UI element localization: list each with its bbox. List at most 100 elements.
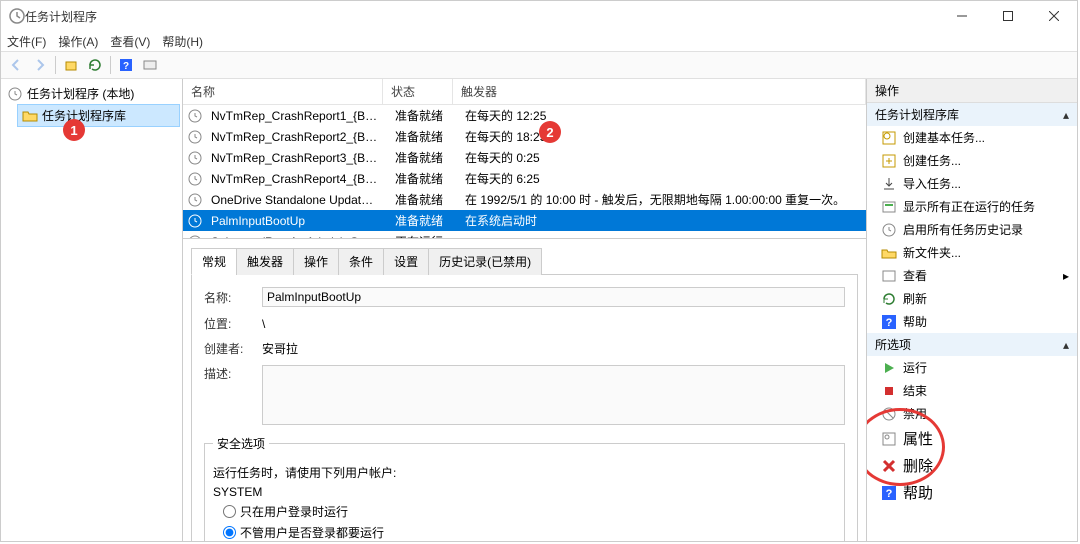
folder-icon	[22, 108, 38, 124]
actions-group-selected[interactable]: 所选项 ▴	[867, 333, 1077, 356]
table-row[interactable]: OneDrive Standalone Update Task-S-1-5-21…	[183, 189, 866, 210]
table-row[interactable]: NvTmRep_CrashReport2_{B2FE1952-0186-46C.…	[183, 126, 866, 147]
table-row[interactable]: Snipaste (Run As Admin) @DA39正在运行	[183, 231, 866, 239]
col-name[interactable]: 名称	[183, 79, 383, 104]
action-delete[interactable]: 删除	[867, 452, 1077, 479]
forward-button	[29, 54, 51, 76]
tab-general[interactable]: 常规	[191, 248, 237, 275]
back-button	[5, 54, 27, 76]
play-icon	[881, 360, 897, 376]
table-row[interactable]: NvTmRep_CrashReport1_{B2FE1952-0186-46C.…	[183, 105, 866, 126]
table-row[interactable]: NvTmRep_CrashReport3_{B2FE1952-0186-46C.…	[183, 147, 866, 168]
help-icon: ?	[881, 485, 897, 501]
refresh-icon	[881, 291, 897, 307]
maximize-button[interactable]	[985, 1, 1031, 31]
tab-conditions[interactable]: 条件	[338, 248, 384, 275]
toolbar: ?	[1, 51, 1077, 79]
app-window: 任务计划程序 文件(F) 操作(A) 查看(V) 帮助(H) ? 任务计划程序 …	[0, 0, 1078, 542]
run-button[interactable]	[139, 54, 161, 76]
tab-general-content: 名称: 位置:\ 创建者:安哥拉 描述: 安全选项 运行任务时，请使用下列用户帐…	[191, 275, 858, 541]
action-label: 新文件夹...	[903, 244, 961, 261]
action-label: 导入任务...	[903, 175, 961, 192]
radio-anyuser[interactable]	[223, 526, 236, 539]
annotation-badge-1: 1	[63, 119, 85, 141]
action-view[interactable]: 查看▸	[867, 264, 1077, 287]
action-folder[interactable]: 新文件夹...	[867, 241, 1077, 264]
refresh-button[interactable]	[84, 54, 106, 76]
table-row[interactable]: PalmInputBootUp准备就绪在系统启动时	[183, 210, 866, 231]
clock-icon	[187, 213, 203, 229]
clock-icon	[187, 150, 203, 166]
task-list[interactable]: 名称 状态 触发器 NvTmRep_CrashReport1_{B2FE1952…	[183, 79, 866, 239]
action-label: 显示所有正在运行的任务	[903, 198, 1035, 215]
actions-pane: 操作 任务计划程序库 ▴ 创建基本任务...创建任务...导入任务...显示所有…	[867, 79, 1077, 541]
actions-group-lib[interactable]: 任务计划程序库 ▴	[867, 103, 1077, 126]
security-legend: 安全选项	[213, 435, 269, 452]
action-help[interactable]: ?帮助	[867, 310, 1077, 333]
cell-state: 准备就绪	[387, 190, 457, 209]
view-icon	[881, 268, 897, 284]
minimize-button[interactable]	[939, 1, 985, 31]
tab-history[interactable]: 历史记录(已禁用)	[428, 248, 542, 275]
col-trigger[interactable]: 触发器	[453, 79, 866, 104]
cell-trigger: 在系统启动时	[457, 211, 866, 230]
action-task-new2[interactable]: 创建任务...	[867, 149, 1077, 172]
desc-label: 描述:	[204, 365, 254, 382]
action-stop[interactable]: 结束	[867, 379, 1077, 402]
clock-icon	[7, 86, 23, 102]
action-label: 启用所有任务历史记录	[903, 221, 1023, 238]
action-label: 创建基本任务...	[903, 129, 985, 146]
table-row[interactable]: NvTmRep_CrashReport4_{B2FE1952-0186-46C.…	[183, 168, 866, 189]
action-disable[interactable]: 禁用	[867, 402, 1077, 425]
author-label: 创建者:	[204, 340, 254, 357]
action-refresh[interactable]: 刷新	[867, 287, 1077, 310]
chevron-right-icon: ▸	[1063, 269, 1069, 283]
close-button[interactable]	[1031, 1, 1077, 31]
clock-icon	[187, 171, 203, 187]
action-play[interactable]: 运行	[867, 356, 1077, 379]
tree-library-label: 任务计划程序库	[42, 107, 126, 124]
cell-name: OneDrive Standalone Update Task-S-1-5-21…	[203, 192, 387, 208]
security-options: 安全选项 运行任务时，请使用下列用户帐户: SYSTEM 只在用户登录时运行 不…	[204, 435, 845, 541]
action-help[interactable]: ?帮助	[867, 479, 1077, 506]
action-props[interactable]: 属性	[867, 425, 1077, 452]
props-icon	[881, 431, 897, 447]
action-import[interactable]: 导入任务...	[867, 172, 1077, 195]
help-button[interactable]: ?	[115, 54, 137, 76]
menubar: 文件(F) 操作(A) 查看(V) 帮助(H)	[1, 31, 1077, 51]
cell-state: 正在运行	[387, 232, 457, 239]
window-title: 任务计划程序	[25, 8, 939, 25]
menu-help[interactable]: 帮助(H)	[162, 33, 203, 50]
action-label: 帮助	[903, 313, 927, 330]
history-icon	[881, 222, 897, 238]
tab-triggers[interactable]: 触发器	[236, 248, 294, 275]
menu-action[interactable]: 操作(A)	[58, 33, 98, 50]
tab-settings[interactable]: 设置	[383, 248, 429, 275]
name-field[interactable]	[262, 287, 845, 307]
task-new-icon	[881, 130, 897, 146]
user-hint: 运行任务时，请使用下列用户帐户:	[213, 464, 836, 481]
task-new2-icon	[881, 153, 897, 169]
action-label: 运行	[903, 359, 927, 376]
cell-trigger: 在每天的 0:25	[457, 148, 866, 167]
action-label: 禁用	[903, 405, 927, 422]
svg-text:?: ?	[886, 488, 893, 500]
action-history[interactable]: 启用所有任务历史记录	[867, 218, 1077, 241]
cell-name: NvTmRep_CrashReport4_{B2FE1952-0186-46C.…	[203, 171, 387, 187]
col-state[interactable]: 状态	[383, 79, 453, 104]
menu-view[interactable]: 查看(V)	[110, 33, 150, 50]
tree-root[interactable]: 任务计划程序 (本地)	[3, 83, 180, 104]
up-button[interactable]	[60, 54, 82, 76]
action-task-new[interactable]: 创建基本任务...	[867, 126, 1077, 149]
cell-state: 准备就绪	[387, 169, 457, 188]
menu-file[interactable]: 文件(F)	[7, 33, 46, 50]
annotation-badge-2: 2	[539, 121, 561, 143]
clock-icon	[187, 192, 203, 208]
disable-icon	[881, 406, 897, 422]
tab-actions[interactable]: 操作	[293, 248, 339, 275]
desc-field[interactable]	[262, 365, 845, 425]
tree-library[interactable]: 任务计划程序库	[17, 104, 180, 127]
action-running[interactable]: 显示所有正在运行的任务	[867, 195, 1077, 218]
folder-icon	[881, 245, 897, 261]
radio-loggedon[interactable]	[223, 505, 236, 518]
